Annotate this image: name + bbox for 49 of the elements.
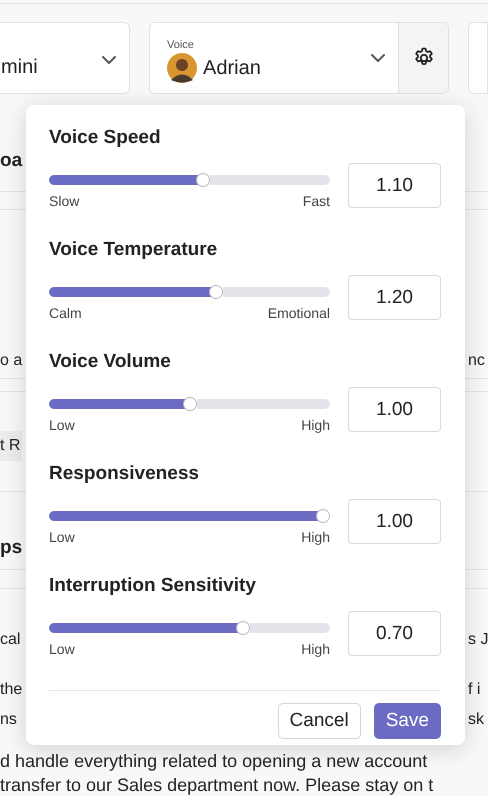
body-text: sk	[468, 710, 485, 730]
body-text: d handle everything related to opening a new account	[0, 750, 428, 773]
range-label: Emotional	[268, 305, 330, 321]
setting-title: Voice Volume	[49, 351, 172, 373]
voice-select[interactable]: Voice Adrian	[149, 22, 449, 94]
range-label: Calm	[49, 305, 82, 321]
body-text: ns	[0, 710, 17, 730]
value-field[interactable]: 1.00	[348, 387, 441, 432]
value-field[interactable]: 1.10	[348, 163, 441, 208]
setting-title: Responsiveness	[49, 463, 200, 485]
value-field[interactable]: 1.00	[348, 499, 441, 544]
section-heading: ps	[0, 537, 22, 559]
chevron-down-icon	[370, 53, 386, 63]
chevron-down-icon	[101, 55, 117, 65]
value-field[interactable]: 1.20	[348, 275, 441, 320]
slider-thumb[interactable]	[316, 509, 330, 523]
select-value: mini	[1, 56, 38, 79]
select-value: Adrian	[203, 56, 261, 80]
range-label: Slow	[49, 193, 80, 209]
range-label: High	[301, 641, 330, 657]
range-label: High	[301, 417, 330, 433]
save-button[interactable]: Save	[374, 703, 441, 739]
body-text: o a	[0, 352, 22, 370]
tag: t R	[0, 431, 22, 461]
slider-thumb[interactable]	[209, 285, 224, 299]
field-label: Voice	[167, 39, 195, 51]
body-text: nc	[468, 352, 486, 370]
range-label: Fast	[302, 193, 330, 209]
range-label: Low	[49, 641, 75, 657]
body-text: s J	[468, 630, 488, 650]
body-text: transfer to our Sales department now. Please stay on t	[0, 774, 434, 796]
range-label: High	[301, 529, 330, 545]
slider-thumb[interactable]	[236, 621, 250, 635]
model-select[interactable]: mini	[0, 22, 130, 94]
range-label: Low	[49, 417, 75, 433]
avatar-icon	[167, 53, 197, 83]
body-text: the	[0, 680, 22, 700]
body-text: cal	[0, 630, 20, 650]
setting-title: Voice Speed	[49, 127, 162, 149]
settings-button[interactable]	[398, 23, 448, 93]
setting-title: Interruption Sensitivity	[49, 575, 257, 597]
cancel-button[interactable]: Cancel	[278, 703, 361, 739]
range-label: Low	[49, 529, 75, 545]
setting-title: Voice Temperature	[49, 239, 218, 261]
slider-thumb[interactable]	[182, 397, 196, 411]
body-text: f i	[468, 680, 482, 700]
slider-thumb[interactable]	[196, 173, 210, 187]
section-heading: oa	[0, 150, 22, 172]
value-field[interactable]: 0.70	[348, 611, 441, 656]
